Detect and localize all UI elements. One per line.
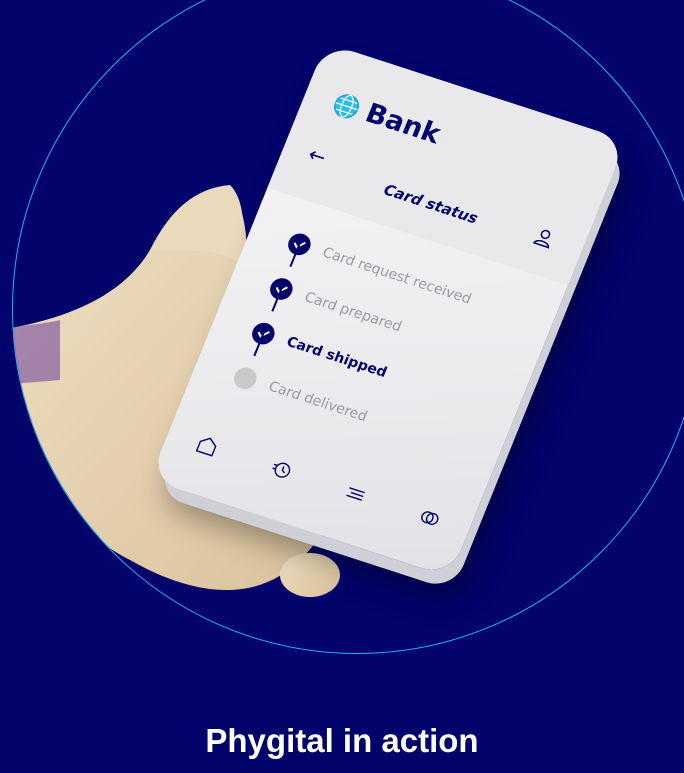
pending-dot-icon (230, 364, 260, 392)
status-timeline: Card request received Card prepared Card… (226, 219, 480, 456)
link-icon[interactable] (415, 504, 444, 531)
headline: Phygital in action (205, 722, 479, 759)
history-icon[interactable] (267, 456, 296, 483)
home-icon[interactable] (193, 432, 222, 459)
hero-stage: Bank ← Card status Card request received… (0, 0, 684, 773)
menu-icon[interactable] (341, 480, 370, 507)
